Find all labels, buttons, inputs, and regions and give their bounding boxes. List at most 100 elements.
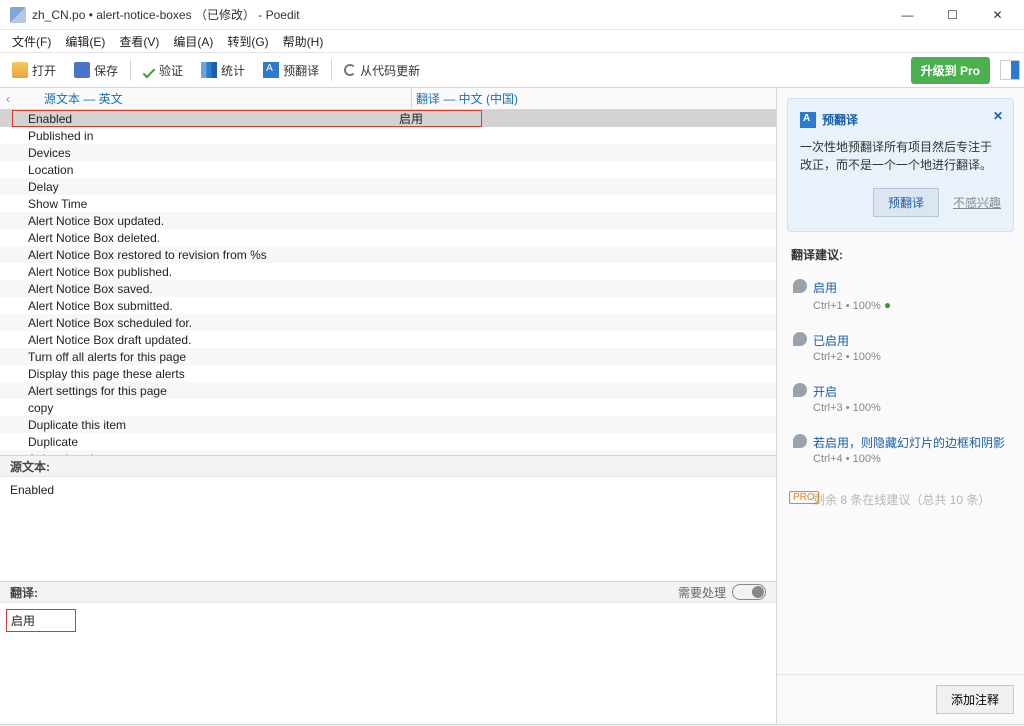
header-source[interactable]: 源文本 — 英文 [16, 90, 411, 107]
close-button[interactable]: ✕ [975, 0, 1020, 30]
cell-source: Alert Notice Box draft updated. [0, 333, 395, 347]
pretranslate-button[interactable]: 预翻译 [255, 58, 327, 83]
menu-bar: 文件(F) 编辑(E) 查看(V) 编目(A) 转到(G) 帮助(H) [0, 30, 1024, 52]
table-row[interactable]: Delay [0, 178, 776, 195]
menu-edit[interactable]: 编辑(E) [59, 31, 111, 52]
suggestion-meta: Ctrl+2 • 100% [813, 351, 1008, 363]
person-icon [793, 332, 807, 346]
suggestion-text: 开启 [813, 383, 1008, 400]
cell-source: Delay [0, 180, 395, 194]
menu-view[interactable]: 查看(V) [113, 31, 165, 52]
sidebar: ✕ 预翻译 一次性地预翻译所有项目然后专注于改正，而不是一个一个地进行翻译。 预… [777, 88, 1024, 724]
table-row[interactable]: Animations In [0, 450, 776, 455]
menu-file[interactable]: 文件(F) [6, 31, 57, 52]
source-label: 源文本: [10, 458, 50, 475]
app-icon [10, 7, 26, 23]
info-close-button[interactable]: ✕ [993, 109, 1003, 123]
open-button[interactable]: 打开 [4, 58, 64, 83]
needs-work-label: 需要处理 [678, 584, 726, 601]
more-suggestions[interactable]: PRO 剩余 8 条在线建议（总共 10 条） [789, 485, 1012, 514]
toggle-sidebar-button[interactable] [1000, 60, 1020, 80]
sort-arrow-icon[interactable]: ‹ [0, 92, 16, 106]
sync-icon [344, 64, 356, 76]
suggestion-meta: Ctrl+3 • 100% [813, 402, 1008, 414]
person-icon [793, 383, 807, 397]
translation-value[interactable]: 启用 [6, 609, 76, 632]
suggestion-meta: Ctrl+4 • 100% [813, 453, 1008, 465]
window-title: zh_CN.po • alert-notice-boxes （已修改） - Po… [32, 6, 885, 23]
suggestion-text: 已启用 [813, 332, 1008, 349]
cell-source: Devices [0, 146, 395, 160]
suggestion-item[interactable]: 启用Ctrl+1 • 100% ● [789, 273, 1012, 322]
title-bar: zh_CN.po • alert-notice-boxes （已修改） - Po… [0, 0, 1024, 30]
table-row[interactable]: Alert settings for this page [0, 382, 776, 399]
cell-source: Location [0, 163, 395, 177]
add-note-button[interactable]: 添加注释 [936, 685, 1014, 714]
menu-go[interactable]: 转到(G) [221, 31, 274, 52]
info-pretranslate-button[interactable]: 预翻译 [873, 188, 939, 217]
cell-source: Alert Notice Box restored to revision fr… [0, 248, 395, 262]
table-row[interactable]: Alert Notice Box updated. [0, 212, 776, 229]
table-row[interactable]: Alert Notice Box restored to revision fr… [0, 246, 776, 263]
translation-input[interactable]: 启用 [0, 603, 776, 724]
cell-source: Turn off all alerts for this page [0, 350, 395, 364]
stats-button[interactable]: 统计 [193, 58, 253, 83]
table-row[interactable]: Published in [0, 127, 776, 144]
suggestion-item[interactable]: 已启用 Ctrl+2 • 100% [789, 326, 1012, 373]
translation-list[interactable]: Enabled启用Published inDevicesLocationDela… [0, 110, 776, 455]
cell-source: copy [0, 401, 395, 415]
cell-source: Display this page these alerts [0, 367, 395, 381]
cell-source: Animations In [0, 452, 395, 456]
table-row[interactable]: Alert Notice Box submitted. [0, 297, 776, 314]
cell-source: Alert Notice Box scheduled for. [0, 316, 395, 330]
info-body: 一次性地预翻译所有项目然后专注于改正，而不是一个一个地进行翻译。 [800, 138, 1001, 174]
person-icon [793, 279, 807, 293]
table-row[interactable]: Alert Notice Box deleted. [0, 229, 776, 246]
suggestion-item[interactable]: 若启用，则隐藏幻灯片的边框和阴影 Ctrl+4 • 100% [789, 428, 1012, 475]
cell-source: Enabled [0, 112, 395, 126]
save-button[interactable]: 保存 [66, 58, 126, 83]
table-row[interactable]: copy [0, 399, 776, 416]
validate-button[interactable]: 验证 [135, 58, 191, 83]
toolbar: 打开 保存 验证 统计 预翻译 从代码更新 升级到 Pro [0, 52, 1024, 88]
pretranslate-info: ✕ 预翻译 一次性地预翻译所有项目然后专注于改正，而不是一个一个地进行翻译。 预… [787, 98, 1014, 232]
info-dismiss-link[interactable]: 不感兴趣 [953, 194, 1001, 211]
needs-work-toggle[interactable] [732, 584, 766, 600]
table-row[interactable]: Alert Notice Box published. [0, 263, 776, 280]
translation-pane-header: 翻译: 需要处理 [0, 581, 776, 603]
menu-catalog[interactable]: 编目(A) [167, 31, 219, 52]
table-row[interactable]: Show Time [0, 195, 776, 212]
table-row[interactable]: Turn off all alerts for this page [0, 348, 776, 365]
cell-source: Published in [0, 129, 395, 143]
cell-source: Duplicate this item [0, 418, 395, 432]
save-icon [74, 62, 90, 78]
table-row[interactable]: Location [0, 161, 776, 178]
pro-badge: PRO [789, 491, 819, 504]
suggestion-text: 若启用，则隐藏幻灯片的边框和阴影 [813, 434, 1008, 451]
stats-icon [201, 62, 217, 78]
minimize-button[interactable]: — [885, 0, 930, 30]
suggestions-title: 翻译建议: [791, 246, 1010, 263]
cell-source: Alert settings for this page [0, 384, 395, 398]
list-header: ‹ 源文本 — 英文 翻译 — 中文 (中国) [0, 88, 776, 110]
check-icon [143, 66, 156, 79]
suggestion-item[interactable]: 开启 Ctrl+3 • 100% [789, 377, 1012, 424]
header-target[interactable]: 翻译 — 中文 (中国) [412, 90, 776, 107]
cell-source: Alert Notice Box submitted. [0, 299, 395, 313]
cell-source: Alert Notice Box published. [0, 265, 395, 279]
table-row[interactable]: Display this page these alerts [0, 365, 776, 382]
upgrade-pro-button[interactable]: 升级到 Pro [911, 57, 990, 84]
menu-help[interactable]: 帮助(H) [277, 31, 330, 52]
cell-translation: 启用 [395, 110, 776, 127]
table-row[interactable]: Enabled启用 [0, 110, 776, 127]
maximize-button[interactable]: ☐ [930, 0, 975, 30]
suggestion-meta: Ctrl+1 • 100% ● [813, 298, 1008, 312]
update-button[interactable]: 从代码更新 [336, 58, 428, 83]
table-row[interactable]: Alert Notice Box scheduled for. [0, 314, 776, 331]
table-row[interactable]: Alert Notice Box saved. [0, 280, 776, 297]
table-row[interactable]: Devices [0, 144, 776, 161]
table-row[interactable]: Alert Notice Box draft updated. [0, 331, 776, 348]
translate-icon [800, 112, 816, 128]
table-row[interactable]: Duplicate [0, 433, 776, 450]
table-row[interactable]: Duplicate this item [0, 416, 776, 433]
